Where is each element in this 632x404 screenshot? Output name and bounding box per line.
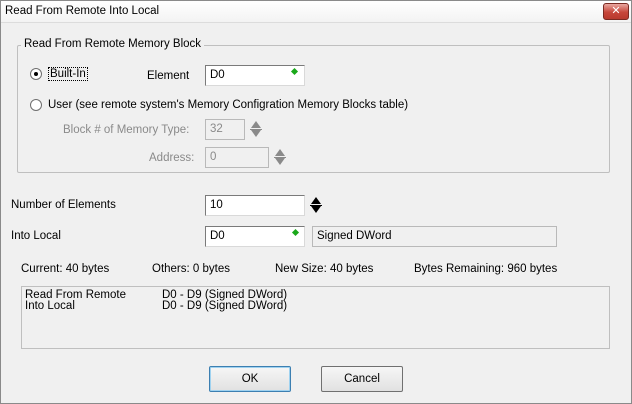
block-number-field[interactable]: 32 [205, 119, 245, 140]
block-number-spinner[interactable] [249, 119, 264, 139]
window-title: Read From Remote Into Local [5, 5, 160, 17]
title-bar[interactable]: Read From Remote Into Local ✕ [1, 1, 631, 23]
new-size: New Size: 40 bytes [275, 263, 374, 275]
close-icon: ✕ [611, 5, 621, 17]
summary-value: D0 - D9 (Signed DWord) [162, 300, 288, 312]
address-label: Address: [149, 152, 195, 164]
spin-down-icon[interactable] [311, 206, 321, 213]
spin-down-icon[interactable] [275, 158, 285, 165]
summary-row: Read From Remote D0 - D9 (Signed DWord) [25, 289, 606, 301]
spin-down-icon[interactable] [251, 130, 261, 137]
summary-label: Into Local [25, 300, 75, 312]
summary-box: Read From Remote D0 - D9 (Signed DWord) … [21, 286, 610, 349]
group-legend: Read From Remote Memory Block [21, 38, 205, 50]
element-field[interactable]: D0 [205, 65, 305, 86]
block-number-value: 32 [210, 123, 223, 135]
current-size: Current: 40 bytes [21, 263, 110, 275]
element-value: D0 [210, 69, 225, 81]
spin-up-icon[interactable] [251, 121, 261, 128]
dialog-window: Read From Remote Into Local ✕ Read From … [0, 0, 632, 404]
block-number-label: Block # of Memory Type: [63, 124, 190, 136]
data-type-value: Signed DWord [317, 230, 392, 242]
builtin-radio[interactable] [30, 68, 42, 80]
spin-up-icon[interactable] [311, 197, 321, 204]
address-field[interactable]: 0 [205, 147, 269, 168]
bytes-remaining: Bytes Remaining: 960 bytes [414, 263, 558, 275]
into-local-value: D0 [210, 230, 225, 242]
user-label[interactable]: User (see remote system's Memory Configr… [48, 99, 408, 111]
into-local-field[interactable]: D0 [205, 226, 305, 247]
summary-row: Into Local D0 - D9 (Signed DWord) [25, 300, 606, 312]
num-elements-label: Number of Elements [11, 199, 116, 211]
builtin-label[interactable]: Built-In [48, 67, 88, 81]
data-type-field: Signed DWord [312, 226, 557, 247]
others-size: Others: 0 bytes [152, 263, 230, 275]
into-local-label: Into Local [11, 230, 61, 242]
element-label: Element [147, 70, 190, 82]
address-spinner[interactable] [273, 147, 288, 167]
num-elements-spinner[interactable] [309, 195, 324, 215]
address-value: 0 [210, 151, 217, 163]
user-radio[interactable] [30, 99, 42, 111]
num-elements-value: 10 [210, 199, 223, 211]
ok-button[interactable]: OK [209, 366, 291, 392]
num-elements-field[interactable]: 10 [205, 195, 305, 216]
close-button[interactable]: ✕ [603, 3, 629, 20]
spin-up-icon[interactable] [275, 149, 285, 156]
cancel-button[interactable]: Cancel [321, 366, 403, 392]
